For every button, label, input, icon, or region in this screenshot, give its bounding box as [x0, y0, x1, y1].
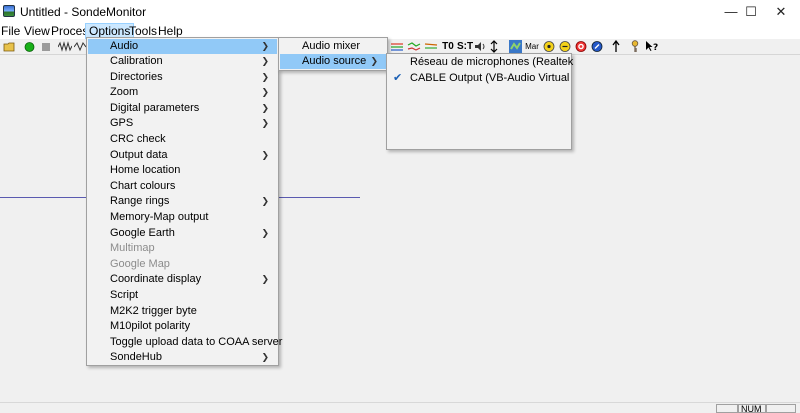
menu-item-m2k2-trigger-byte[interactable]: M2K2 trigger byte — [88, 304, 277, 319]
checkmark-icon: ✔ — [393, 72, 403, 84]
menu-item-audio[interactable]: Audio ❯ — [88, 39, 277, 54]
menu-item-home-location[interactable]: Home location — [88, 163, 277, 178]
menu-item-script[interactable]: Script — [88, 288, 277, 303]
signal-icon[interactable] — [74, 40, 86, 53]
app-icon — [3, 5, 15, 17]
open-folder-icon[interactable] — [3, 40, 16, 53]
audio-source-cable-output[interactable]: ✔ CABLE Output (VB-Audio Virtual — [388, 71, 570, 86]
speaker-icon[interactable] — [474, 40, 486, 53]
menu-item-audio-source[interactable]: Audio source ❯ — [280, 54, 386, 69]
mar-button[interactable]: Mar — [525, 40, 539, 53]
options-menu: Audio ❯ Calibration ❯ Directories ❯ Zoom ❯ D… — [86, 37, 282, 366]
menu-item-directories[interactable]: Directories ❯ — [88, 70, 277, 85]
audio-submenu: Audio mixer Audio source ❯ — [278, 37, 388, 71]
menu-item-m10pilot-polarity[interactable]: M10pilot polarity — [88, 319, 277, 334]
yellow-circle-icon-2[interactable] — [559, 40, 571, 53]
chart-icon-1[interactable] — [390, 40, 404, 53]
svg-text:?: ? — [653, 43, 658, 53]
st-button[interactable]: S:T — [457, 40, 473, 53]
up-arrow-icon[interactable] — [612, 40, 620, 53]
menu-item-crc-check[interactable]: CRC check — [88, 132, 277, 147]
stop-icon[interactable] — [40, 40, 51, 53]
menu-item-sondehub[interactable]: SondeHub ❯ — [88, 350, 277, 365]
menu-item-calibration[interactable]: Calibration ❯ — [88, 54, 277, 69]
menu-item-multimap: Multimap — [110, 242, 155, 254]
menu-item-google-map: Google Map — [110, 258, 170, 270]
title-bar: Untitled - SondeMonitor — ☐ ✕ — [0, 0, 800, 24]
audio-source-submenu: Réseau de microphones (Realtek ✔ CABLE Ou… — [386, 53, 573, 150]
menu-item-range-rings[interactable]: Range rings ❯ — [88, 194, 277, 209]
chart-icon-2[interactable] — [407, 40, 421, 53]
menu-item-google-earth[interactable]: Google Earth ❯ — [88, 226, 277, 241]
menu-item-coordinate-display[interactable]: Coordinate display ❯ — [88, 272, 277, 287]
audio-source-realtek[interactable]: Réseau de microphones (Realtek — [388, 55, 573, 70]
status-bar: NUM — [0, 402, 800, 413]
waveform-icon[interactable] — [58, 40, 72, 53]
menu-item-toggle-upload-coaa[interactable]: Toggle upload data to COAA server — [88, 335, 282, 350]
menu-item-chart-colours[interactable]: Chart colours — [88, 179, 277, 194]
yellow-circle-icon-1[interactable] — [543, 40, 555, 53]
menu-file[interactable]: File — [0, 24, 23, 39]
help-pointer-icon[interactable]: ? — [645, 40, 659, 53]
menu-item-zoom[interactable]: Zoom ❯ — [88, 85, 277, 100]
window-title: Untitled - SondeMonitor — [20, 5, 147, 19]
chart-icon-3[interactable] — [424, 40, 438, 53]
menu-item-memory-map-output[interactable]: Memory-Map output — [88, 210, 277, 225]
t0-button[interactable]: T0 — [441, 40, 455, 53]
vertical-arrows-icon[interactable] — [490, 40, 498, 53]
menu-item-digital-parameters[interactable]: Digital parameters ❯ — [88, 101, 277, 116]
start-icon[interactable] — [24, 40, 35, 53]
key-icon[interactable] — [630, 40, 640, 53]
close-button[interactable]: ✕ — [758, 0, 800, 24]
menu-item-audio-mixer[interactable]: Audio mixer — [280, 39, 386, 54]
compass-icon[interactable] — [591, 40, 603, 53]
map-icon[interactable] — [509, 40, 522, 53]
menu-item-output-data[interactable]: Output data ❯ — [88, 148, 277, 163]
target-icon[interactable] — [575, 40, 587, 53]
menu-item-gps[interactable]: GPS ❯ — [88, 116, 277, 131]
